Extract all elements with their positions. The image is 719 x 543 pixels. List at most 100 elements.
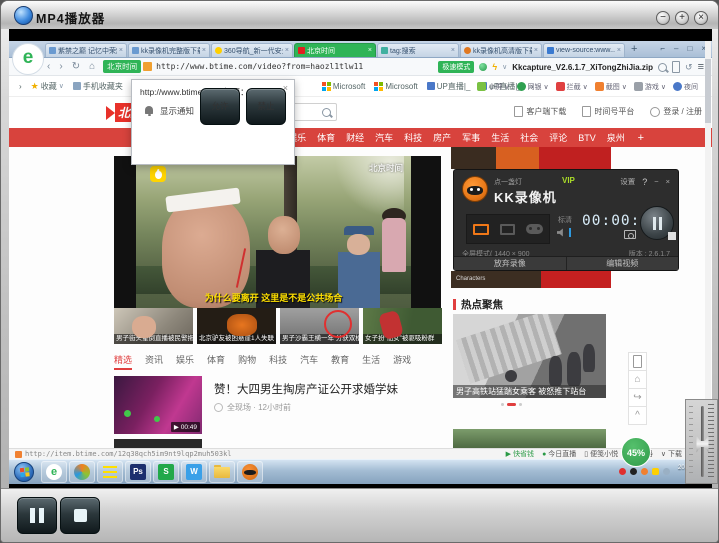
extension-button[interactable]: 游戏∨ (634, 82, 666, 92)
chevron-right-icon[interactable]: › (19, 82, 22, 91)
kk-help-button[interactable]: ? (642, 177, 647, 187)
browser-tab[interactable]: kk录像机完整版下载× (128, 43, 210, 57)
taskbar-app-icon[interactable] (69, 461, 95, 483)
bookmark-item[interactable]: UP直播|_ (427, 81, 471, 92)
hot-news-image[interactable]: 男子高铁站猛踹女乘客 被怒推下站台 (453, 314, 606, 398)
bookmark-item[interactable]: Microsoft (374, 82, 417, 91)
deny-button[interactable]: 禁止 (246, 88, 286, 125)
volume-slider-popup[interactable] (685, 399, 718, 484)
nav-item[interactable]: 科技 (404, 131, 422, 144)
kk-close-button[interactable]: × (666, 177, 670, 186)
kk-stop-button[interactable] (668, 232, 676, 240)
embedded-video-player[interactable]: 北京时间 为什么要离开 这里是不是公共场合 (114, 156, 441, 308)
back-to-top-button[interactable]: ^ (628, 406, 647, 425)
category-tab[interactable]: 生活 (362, 353, 380, 370)
pause-button[interactable] (17, 497, 57, 534)
nav-item[interactable]: 汽车 (375, 131, 393, 144)
status-item[interactable]: ∨下载 (661, 449, 682, 459)
browser-tab[interactable]: tag:搜索× (377, 43, 459, 57)
ad-banner-bottom[interactable]: Characters (451, 271, 611, 288)
tab-close-icon[interactable]: × (368, 47, 372, 54)
nav-item[interactable]: 房产 (433, 131, 451, 144)
publisher-platform-link[interactable]: 时间号平台 (582, 106, 634, 117)
speaker-icon[interactable] (557, 228, 566, 237)
list-item-title[interactable]: 赞！大四男生掏房产证公开求婚学妹 (214, 381, 398, 397)
search-icon[interactable] (322, 108, 331, 117)
screenshot-camera-icon[interactable] (624, 230, 636, 239)
system-tray[interactable] (619, 468, 670, 475)
back-icon[interactable]: ‹ (47, 61, 50, 72)
extension-button[interactable]: 截图∨ (595, 82, 627, 92)
lightning-icon[interactable]: ϟ (492, 62, 497, 72)
browser-maximize-button[interactable]: □ (687, 44, 692, 53)
browser-tab-active[interactable]: 北京时间× (294, 43, 376, 57)
kk-minimize-button[interactable]: − (654, 177, 658, 186)
undo-icon[interactable]: ↺ (685, 62, 693, 73)
category-tab[interactable]: 体育 (207, 353, 225, 370)
related-video-thumb[interactable]: 男子街头晕倒直播被民警拖走 (114, 308, 193, 344)
nav-item[interactable]: 泉州 (607, 131, 625, 144)
extension-button[interactable]: 夜间 (673, 82, 698, 92)
tab-close-icon[interactable]: × (119, 47, 123, 54)
window-mode-icon[interactable] (500, 224, 515, 235)
list-item-thumb[interactable]: ▶ 00:49 (114, 376, 202, 434)
stop-button[interactable] (60, 497, 100, 534)
tray-shield-icon[interactable] (652, 468, 659, 475)
nav-item[interactable]: 社会 (520, 131, 538, 144)
edit-video-button[interactable]: 编辑视频 (567, 257, 679, 270)
nav-more-button[interactable]: + (638, 132, 644, 144)
download-progress-badge[interactable]: 45% (621, 437, 651, 467)
status-item[interactable]: ●今日直播 (542, 449, 576, 459)
home-button[interactable]: ⌂ (628, 370, 647, 389)
taskbar-notes-icon[interactable] (97, 461, 123, 483)
browser-minimize-button[interactable]: – (674, 44, 678, 53)
nav-item[interactable]: 生活 (491, 131, 509, 144)
page-scrollbar[interactable] (705, 41, 711, 448)
carousel-dots[interactable] (501, 403, 522, 406)
phone-icon[interactable] (672, 61, 680, 73)
favorites-menu[interactable]: ★收藏∨ (31, 81, 64, 92)
taskbar-word-icon[interactable]: W (181, 461, 207, 483)
nav-item[interactable]: 体育 (317, 131, 335, 144)
extension-button[interactable]: 拦截∨ (556, 82, 588, 92)
category-tab[interactable]: 娱乐 (176, 353, 194, 370)
taskbar-spreadsheet-icon[interactable]: S (153, 461, 179, 483)
speed-mode-badge[interactable]: 极速模式 (438, 61, 474, 73)
scrollbar-thumb[interactable] (705, 59, 711, 123)
extension-button[interactable]: 网银∨ (517, 82, 549, 92)
category-tab[interactable]: 购物 (238, 353, 256, 370)
browser-tab[interactable]: view-source:www...× (543, 43, 625, 57)
login-register-link[interactable]: 登录 / 注册 (650, 106, 702, 117)
allow-button[interactable]: 允许 (200, 88, 240, 125)
tab-close-icon[interactable]: × (534, 47, 538, 54)
ad-banner-top[interactable] (451, 147, 611, 169)
minimize-button[interactable]: − (656, 11, 670, 25)
kk-settings-button[interactable]: 设置 (620, 176, 635, 187)
new-tab-button[interactable]: + (631, 43, 637, 55)
discard-recording-button[interactable]: 放弃录像 (454, 257, 567, 270)
menu-icon[interactable]: ≡ (698, 61, 704, 73)
tab-close-icon[interactable]: × (617, 47, 621, 54)
url-text[interactable]: http://www.btime.com/video?from=haozl1tl… (156, 62, 363, 71)
category-tab[interactable]: 科技 (269, 353, 287, 370)
bookmark-item[interactable]: 手机收藏夹 (73, 81, 123, 92)
tab-close-icon[interactable]: × (285, 47, 289, 54)
mobile-button[interactable] (628, 352, 647, 371)
share-button[interactable]: ↪ (628, 388, 647, 407)
tab-close-icon[interactable]: × (451, 47, 455, 54)
chevron-down-icon[interactable]: ∨ (502, 63, 507, 71)
nav-item[interactable]: BTV (578, 133, 596, 143)
tab-close-icon[interactable]: × (202, 47, 206, 54)
tray-icon[interactable] (619, 468, 626, 475)
vip-badge[interactable]: VIP (562, 176, 575, 185)
taskbar-photoshop-icon[interactable]: Ps (125, 461, 151, 483)
download-file-name[interactable]: Kkcapture_V2.6.1.7_XiTongZhiJia.zip (512, 63, 653, 72)
hot-news-image-partial[interactable] (453, 429, 606, 448)
nav-item[interactable]: 评论 (549, 131, 567, 144)
browser-tab[interactable]: kk录像机高清版下载× (460, 43, 542, 57)
related-video-thumb[interactable]: 女子扮“仙女”被驱吸粉群 (363, 308, 442, 344)
refresh-icon[interactable]: ↻ (72, 61, 80, 72)
status-item[interactable]: ▯便笺小悦 (584, 449, 618, 459)
bookmark-item[interactable]: Microsoft (322, 82, 365, 91)
taskbar-browser-icon[interactable]: e (41, 461, 67, 483)
